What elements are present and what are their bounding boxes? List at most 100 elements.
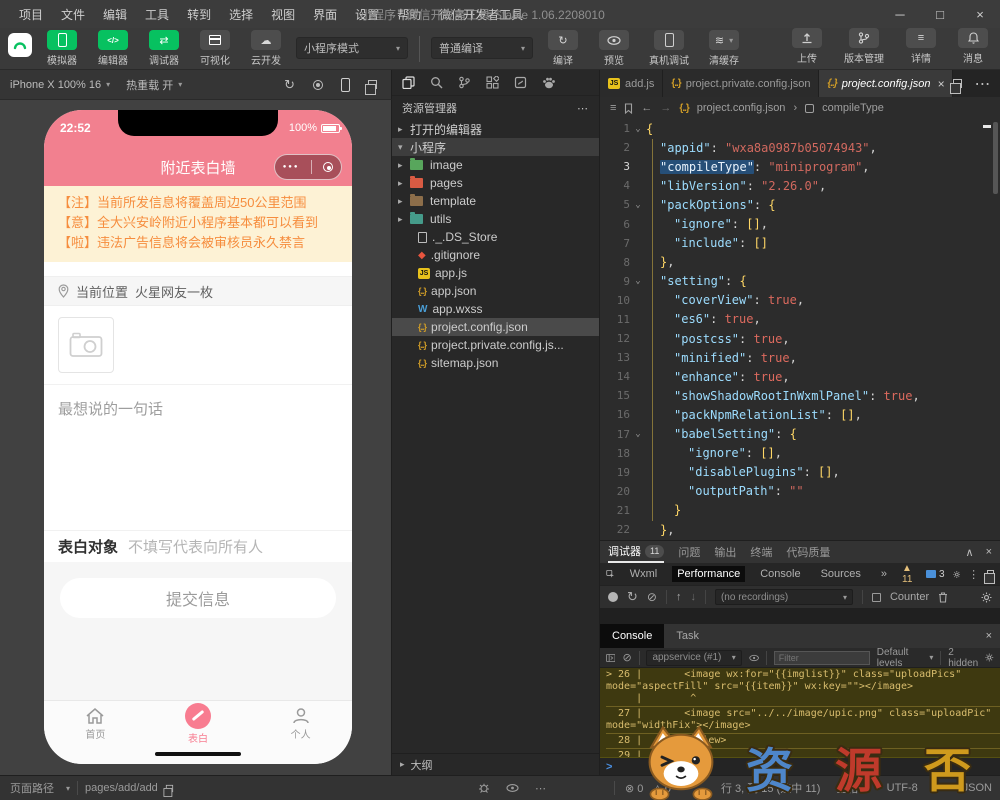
tab-sources[interactable]: Sources xyxy=(816,566,866,582)
bug-icon[interactable] xyxy=(478,782,490,794)
tab-output[interactable]: 输出 xyxy=(714,541,736,563)
cloud-dev-button[interactable]: ☁ 云开发 xyxy=(245,30,287,67)
tab-home[interactable]: 首页 xyxy=(44,701,147,746)
editor-button[interactable]: </> 编辑器 xyxy=(92,30,134,67)
console-entry[interactable]: > 26 | <image wx:for="{{imglist}}" class… xyxy=(606,668,1000,707)
statusbar-item[interactable]: JSON xyxy=(963,782,992,794)
close-console-icon[interactable]: × xyxy=(986,624,1000,648)
eye-icon[interactable] xyxy=(506,784,519,792)
tree-item[interactable]: ▸ image xyxy=(392,156,599,174)
search-icon[interactable] xyxy=(430,76,443,89)
menu-item[interactable]: 工具 xyxy=(136,6,178,23)
tree-item[interactable]: ▸ utils xyxy=(392,210,599,228)
menu-item[interactable]: 界面 xyxy=(304,6,346,23)
undock-icon[interactable] xyxy=(984,569,995,584)
tree-item[interactable]: ▸ pages xyxy=(392,174,599,192)
context-select[interactable]: appservice (#1) ▾ xyxy=(646,649,742,666)
code-line[interactable]: 17 ⌄ "babelSetting": { xyxy=(600,425,1000,444)
page-path-label[interactable]: 页面路径 xyxy=(10,780,54,796)
kebab-menu-icon[interactable]: ⋮ xyxy=(968,568,979,581)
eye-icon[interactable] xyxy=(749,654,759,662)
tree-item[interactable]: {..} app.json xyxy=(392,282,599,300)
message-button[interactable]: 消息 xyxy=(952,28,994,65)
code-line[interactable]: 11 "es6": true, xyxy=(600,310,1000,329)
tab-problems[interactable]: 问题 xyxy=(678,541,700,563)
menu-item[interactable]: 视图 xyxy=(262,6,304,23)
code-line[interactable]: 1 ⌄{ xyxy=(600,119,1000,138)
inspect-icon[interactable] xyxy=(606,568,615,580)
close-tab-icon[interactable]: × xyxy=(937,77,944,91)
console-sidebar-icon[interactable] xyxy=(606,653,616,663)
preview-button[interactable]: 预览 xyxy=(593,30,635,67)
code-line[interactable]: 7 "include": [] xyxy=(600,234,1000,253)
console-entry[interactable]: 28 | </view> xyxy=(606,734,1000,749)
console-entry[interactable]: 27 | <image src="../../image/upic.png" c… xyxy=(606,707,1000,734)
forward-icon[interactable]: → xyxy=(660,102,671,114)
mode-select[interactable]: 小程序模式 ▾ xyxy=(296,37,408,59)
target-row[interactable]: 表白对象 不填写代表向所有人 xyxy=(44,530,352,562)
tab-wxml[interactable]: Wxml xyxy=(625,566,663,582)
menu-item[interactable]: 选择 xyxy=(220,6,262,23)
fold-icon[interactable]: ⌄ xyxy=(630,276,646,286)
tab-terminal[interactable]: 终端 xyxy=(750,541,772,563)
visual-button[interactable]: 可视化 xyxy=(194,30,236,67)
message-count[interactable]: 3 xyxy=(926,569,945,580)
tab-console[interactable]: Console xyxy=(600,624,665,648)
editor-more-icon[interactable]: ⋯ xyxy=(974,74,991,94)
debugger-button[interactable]: ⇄ 调试器 xyxy=(143,30,185,67)
statusbar-item[interactable]: 行 3, 列 15 (选中 11) xyxy=(721,780,820,796)
fold-icon[interactable]: ⌄ xyxy=(630,429,646,439)
exit-icon[interactable] xyxy=(323,162,334,172)
tree-item[interactable]: {..} sitemap.json xyxy=(392,354,599,372)
code-line[interactable]: 12 "postcss": true, xyxy=(600,329,1000,348)
code-line[interactable]: 5 ⌄ "packOptions": { xyxy=(600,195,1000,214)
clear-console-icon[interactable]: ⊘ xyxy=(622,651,631,664)
code-line[interactable]: 21} xyxy=(600,501,1000,520)
copy-icon[interactable] xyxy=(163,784,173,796)
counter-checkbox[interactable] xyxy=(871,592,881,602)
code-line[interactable]: 2 "appid": "wxa8a0987b05074943", xyxy=(600,138,1000,157)
editor-scrollbar[interactable] xyxy=(993,122,998,194)
more-tabs-icon[interactable]: » xyxy=(876,566,892,582)
minimize-button[interactable]: ─ xyxy=(880,0,920,28)
code-line[interactable]: 4 "libVersion": "2.26.0", xyxy=(600,176,1000,195)
tab-profile[interactable]: 个人 xyxy=(249,701,352,746)
error-count[interactable]: ⊗ 0 xyxy=(625,782,643,795)
maximize-button[interactable]: □ xyxy=(920,0,960,28)
devtools-logo[interactable] xyxy=(8,33,32,57)
bookmark-icon[interactable] xyxy=(624,102,633,114)
tab-performance[interactable]: Performance xyxy=(672,566,746,582)
detail-button[interactable]: ≡ 详情 xyxy=(900,28,942,65)
filter-input[interactable] xyxy=(773,650,870,665)
fold-icon[interactable]: ⌄ xyxy=(630,124,646,134)
source-control-icon[interactable] xyxy=(458,76,471,89)
menu-item[interactable]: 项目 xyxy=(10,6,52,23)
target-input[interactable]: 不填写代表向所有人 xyxy=(128,536,263,557)
more-icon[interactable]: ●●● xyxy=(281,164,300,170)
record-icon[interactable] xyxy=(313,79,323,90)
code-line[interactable]: 16 "packNpmRelationList": [], xyxy=(600,405,1000,424)
version-button[interactable]: 版本管理 xyxy=(838,28,890,65)
code-line[interactable]: 6 "ignore": [], xyxy=(600,214,1000,233)
code-line[interactable]: 10 "coverView": true, xyxy=(600,291,1000,310)
page-path-value[interactable]: pages/add/add xyxy=(85,782,158,794)
close-button[interactable]: × xyxy=(960,0,1000,28)
code-area[interactable]: 1 ⌄{2 "appid": "wxa8a0987b05074943", 3 "comp… xyxy=(600,119,1000,540)
location-row[interactable]: 当前位置 火星网友一枚 xyxy=(44,276,352,306)
tree-item[interactable]: ▸ template xyxy=(392,192,599,210)
tab-project-private-config[interactable]: {..} project.private.config.json xyxy=(663,70,820,97)
record-button[interactable] xyxy=(608,592,618,602)
outline-toggle-icon[interactable]: ≡ xyxy=(610,102,616,114)
menu-item[interactable]: 转到 xyxy=(178,6,220,23)
files-icon[interactable] xyxy=(402,76,415,89)
split-editor-icon[interactable] xyxy=(950,79,963,94)
console-entry[interactable]: 29 | xyxy=(606,749,1000,757)
fold-icon[interactable]: ⌄ xyxy=(630,200,646,210)
outline-section[interactable]: ▸ 大纲 xyxy=(392,753,599,775)
gear-icon[interactable] xyxy=(981,592,992,603)
tab-add-js[interactable]: JS add.js xyxy=(600,70,664,97)
tree-section[interactable]: ▾ 小程序 xyxy=(392,138,599,156)
add-photo-button[interactable] xyxy=(58,317,114,373)
extensions-icon[interactable] xyxy=(486,76,499,89)
paw-icon[interactable] xyxy=(542,76,556,89)
